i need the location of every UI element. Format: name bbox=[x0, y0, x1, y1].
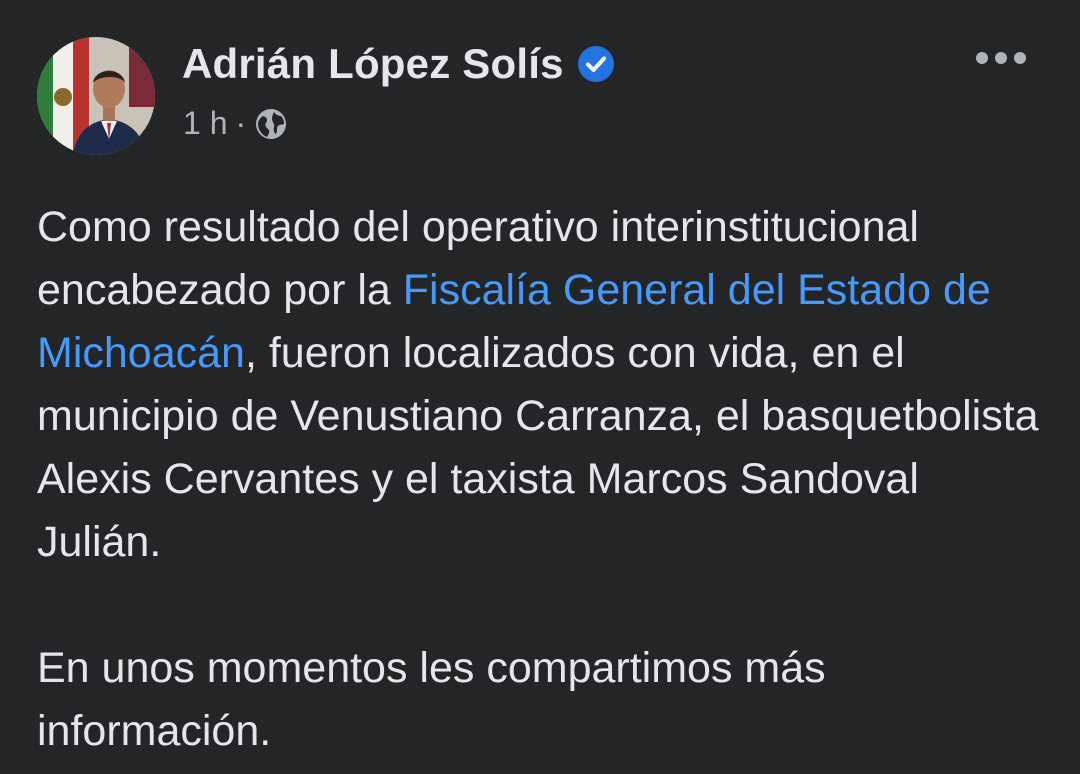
more-options-icon[interactable] bbox=[968, 38, 1034, 78]
post-paragraph-2: En unos momentos les compartimos más inf… bbox=[37, 644, 826, 755]
globe-icon[interactable] bbox=[254, 107, 288, 141]
facebook-post: Adrián López Solís 1 h · Como resultado … bbox=[0, 0, 1080, 774]
author-avatar[interactable] bbox=[37, 37, 155, 155]
author-name[interactable]: Adrián López Solís bbox=[182, 40, 564, 88]
avatar-photo bbox=[37, 37, 155, 155]
author-name-row: Adrián López Solís bbox=[182, 40, 615, 88]
post-paragraph-1: Como resultado del operativo interinstit… bbox=[37, 196, 1047, 574]
post-timestamp[interactable]: 1 h bbox=[183, 105, 227, 142]
verified-badge-icon bbox=[577, 45, 615, 83]
meta-separator: · bbox=[235, 105, 247, 141]
post-body: Como resultado del operativo interinstit… bbox=[37, 196, 1047, 763]
post-meta: 1 h · bbox=[183, 105, 288, 142]
